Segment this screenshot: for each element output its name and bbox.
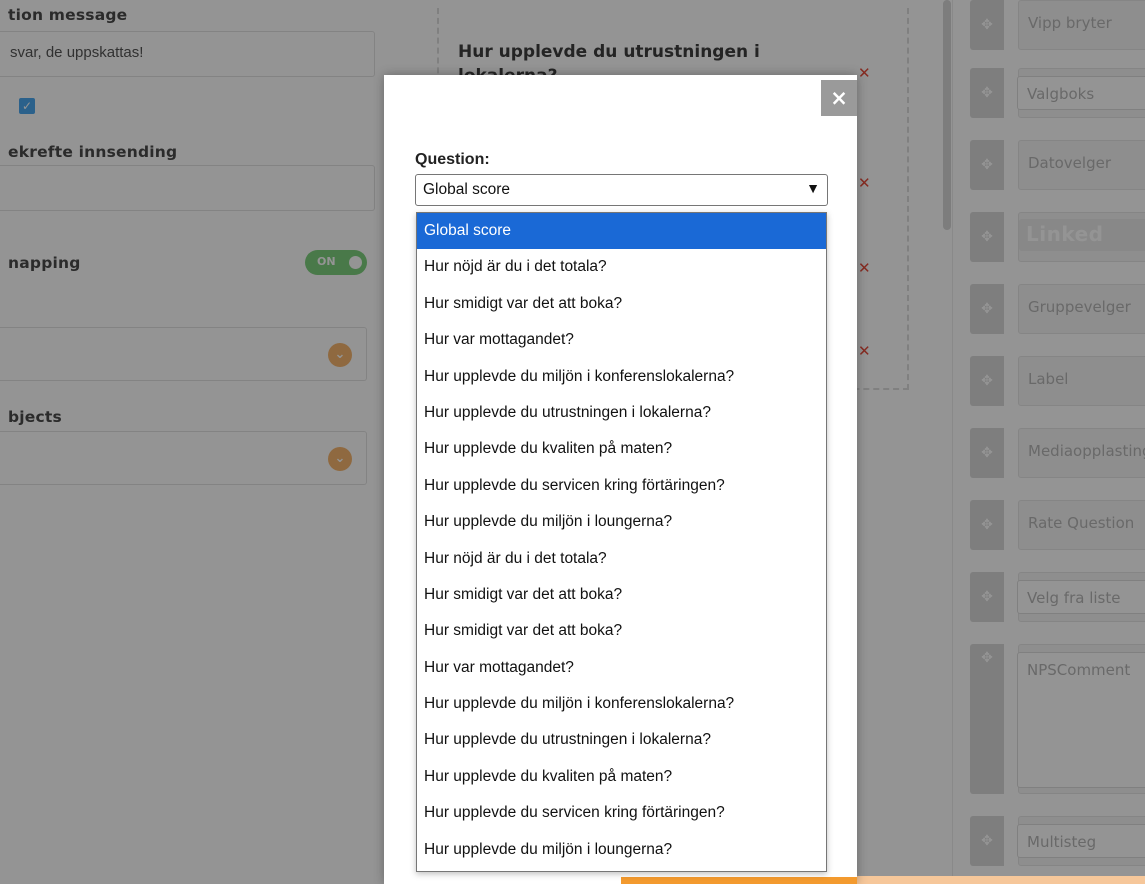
- dropdown-option[interactable]: Hur upplevde du kvaliten på maten?: [417, 431, 826, 467]
- dropdown-option[interactable]: Hur upplevde du servicen kring förtäring…: [417, 795, 826, 831]
- dropdown-option[interactable]: Hur smidigt var det att boka?: [417, 577, 826, 613]
- dropdown-option[interactable]: Hur upplevde du miljön i loungerna?: [417, 504, 826, 540]
- dropdown-option[interactable]: Hur upplevde du miljön i loungerna?: [417, 832, 826, 868]
- dropdown-option[interactable]: Hur upplevde du miljön i konferenslokale…: [417, 359, 826, 395]
- dropdown-option-selected[interactable]: Global score: [417, 213, 826, 250]
- bottom-accent-bar: [857, 876, 1145, 884]
- dropdown-option[interactable]: Hur upplevde du kvaliten på maten?: [417, 759, 826, 795]
- dropdown-option[interactable]: Hur var mottagandet?: [417, 322, 826, 358]
- dropdown-option[interactable]: Hur nöjd är du i det totala?: [417, 249, 826, 285]
- dropdown-option[interactable]: Hur smidigt var det att boka?: [417, 286, 826, 322]
- dropdown-option[interactable]: Hur upplevde du miljön i konferenslokale…: [417, 686, 826, 722]
- save-button-edge[interactable]: [621, 877, 857, 884]
- question-dropdown-list[interactable]: Global score Hur nöjd är du i det totala?…: [416, 212, 827, 872]
- question-select[interactable]: Global score ▼: [415, 174, 828, 206]
- question-select-value: Global score: [423, 181, 511, 198]
- dropdown-option[interactable]: Hur upplevde du utrustningen i lokalerna…: [417, 722, 826, 758]
- dropdown-option[interactable]: Hur smidigt var det att boka?: [417, 613, 826, 649]
- dropdown-option[interactable]: Hur nöjd är du i det totala?: [417, 541, 826, 577]
- chevron-down-icon[interactable]: ▼: [806, 180, 820, 196]
- question-label: Question:: [415, 151, 490, 168]
- dropdown-option[interactable]: Hur upplevde du servicen kring förtäring…: [417, 468, 826, 504]
- dropdown-option[interactable]: Hur var mottagandet?: [417, 650, 826, 686]
- dropdown-option[interactable]: Hur upplevde du utrustningen i lokalerna…: [417, 395, 826, 431]
- close-button[interactable]: ×: [821, 80, 857, 116]
